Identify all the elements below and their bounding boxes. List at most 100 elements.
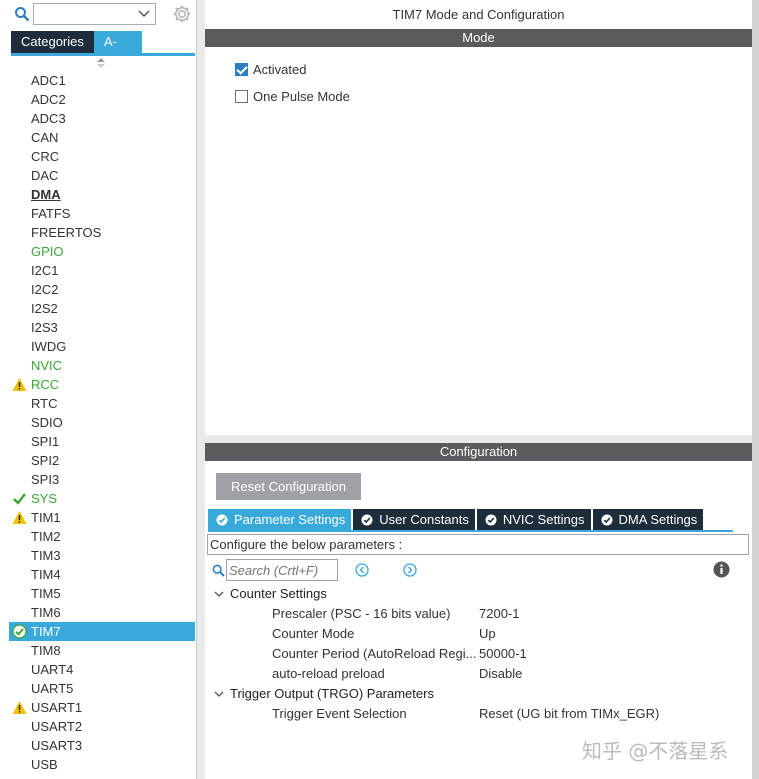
param-row-prescaler[interactable]: Prescaler (PSC - 16 bits value) 7200-1: [272, 604, 742, 624]
check-circle-icon: [361, 514, 373, 525]
param-name: Trigger Event Selection: [272, 706, 407, 721]
sidebar-item-label: FREERTOS: [31, 225, 102, 240]
sidebar-item-iwdg[interactable]: IWDG: [9, 337, 195, 356]
sidebar-search-combo[interactable]: [33, 3, 156, 25]
previous-match-icon[interactable]: [355, 563, 369, 577]
tab-dma-settings[interactable]: DMA Settings: [592, 509, 704, 530]
sidebar-item-usart1[interactable]: USART1: [9, 698, 195, 717]
param-value[interactable]: Disable: [479, 664, 522, 684]
sidebar-item-label: SPI1: [31, 434, 60, 449]
sidebar-item-i2c2[interactable]: I2C2: [9, 280, 195, 299]
activated-label: Activated: [253, 61, 307, 77]
param-row-counter-period[interactable]: Counter Period (AutoReload Regi... 50000…: [272, 644, 742, 664]
sidebar-item-can[interactable]: CAN: [9, 128, 195, 147]
sidebar-item-usart3[interactable]: USART3: [9, 736, 195, 755]
search-icon[interactable]: [14, 6, 30, 22]
info-icon[interactable]: [713, 561, 730, 578]
sidebar-item-uart5[interactable]: UART5: [9, 679, 195, 698]
sidebar-item-spi2[interactable]: SPI2: [9, 451, 195, 470]
sidebar-item-dac[interactable]: DAC: [9, 166, 195, 185]
sidebar-item-nvic[interactable]: NVIC: [9, 356, 195, 375]
sidebar-item-tim8[interactable]: TIM8: [9, 641, 195, 660]
one-pulse-mode-label: One Pulse Mode: [253, 88, 350, 104]
sidebar-item-freertos[interactable]: FREERTOS: [9, 223, 195, 242]
sidebar-item-spi1[interactable]: SPI1: [9, 432, 195, 451]
sidebar-item-tim4[interactable]: TIM4: [9, 565, 195, 584]
sidebar-item-uart4[interactable]: UART4: [9, 660, 195, 679]
sidebar-item-label: CRC: [31, 149, 60, 164]
param-row-trigger-event-selection[interactable]: Trigger Event Selection Reset (UG bit fr…: [272, 704, 742, 724]
sidebar-item-adc1[interactable]: ADC1: [9, 71, 195, 90]
sidebar-item-dma[interactable]: DMA: [9, 185, 195, 204]
tab-nvic-settings[interactable]: NVIC Settings: [476, 509, 591, 530]
sidebar-item-label: DMA: [31, 187, 61, 202]
group-trigger-output-label: Trigger Output (TRGO) Parameters: [230, 686, 434, 701]
sidebar-item-tim2[interactable]: TIM2: [9, 527, 195, 546]
sidebar-item-tim7[interactable]: TIM7: [9, 622, 195, 641]
activated-checkbox-row[interactable]: Activated: [235, 61, 306, 77]
check-icon: [13, 493, 26, 505]
warning-icon: [12, 511, 27, 524]
sidebar-item-label: TIM6: [31, 605, 61, 620]
sidebar-item-tim5[interactable]: TIM5: [9, 584, 195, 603]
parameters-description: Configure the below parameters :: [207, 534, 749, 555]
sidebar-item-i2s3[interactable]: I2S3: [9, 318, 195, 337]
sidebar-item-gpio[interactable]: GPIO: [9, 242, 195, 261]
reset-configuration-button[interactable]: Reset Configuration: [216, 473, 361, 500]
sidebar-item-usart2[interactable]: USART2: [9, 717, 195, 736]
one-pulse-mode-checkbox[interactable]: [235, 89, 248, 103]
tab-parameter-settings[interactable]: Parameter Settings: [208, 509, 352, 530]
sort-icon[interactable]: [96, 57, 106, 69]
main-panel: TIM7 Mode and Configuration Mode Activat…: [205, 0, 752, 779]
chevron-down-icon[interactable]: [137, 7, 151, 21]
param-value[interactable]: 50000-1: [479, 644, 527, 664]
sidebar-tabs: Categories A->Z: [11, 31, 142, 71]
sidebar-item-label: SDIO: [31, 415, 63, 430]
parameter-search-input[interactable]: [226, 559, 338, 581]
sidebar-item-rcc[interactable]: RCC: [9, 375, 195, 394]
sidebar-item-spi3[interactable]: SPI3: [9, 470, 195, 489]
param-row-counter-mode[interactable]: Counter Mode Up: [272, 624, 742, 644]
tab-user-constants[interactable]: User Constants: [353, 509, 475, 530]
sidebar-item-label: I2C1: [31, 263, 59, 278]
mode-header: Mode: [205, 29, 752, 47]
gear-icon[interactable]: [171, 3, 193, 25]
next-match-icon[interactable]: [403, 563, 417, 577]
tab-underline: [11, 53, 195, 56]
sidebar-item-tim3[interactable]: TIM3: [9, 546, 195, 565]
sidebar-item-adc3[interactable]: ADC3: [9, 109, 195, 128]
one-pulse-mode-checkbox-row[interactable]: One Pulse Mode: [235, 88, 350, 104]
check-circle-icon: [12, 624, 27, 639]
sidebar-item-label: SYS: [31, 491, 58, 506]
tab-a-to-z[interactable]: A->Z: [94, 31, 142, 71]
sidebar-search-row: [0, 0, 197, 30]
sidebar-item-sys[interactable]: SYS: [9, 489, 195, 508]
chevron-down-icon[interactable]: [213, 688, 225, 700]
tab-categories[interactable]: Categories: [11, 31, 94, 53]
sidebar-item-i2c1[interactable]: I2C1: [9, 261, 195, 280]
sidebar-item-sdio[interactable]: SDIO: [9, 413, 195, 432]
chevron-down-icon[interactable]: [213, 588, 225, 600]
sidebar-item-fatfs[interactable]: FATFS: [9, 204, 195, 223]
sidebar-item-label: CAN: [31, 130, 59, 145]
sidebar-item-label: SPI2: [31, 453, 60, 468]
param-value[interactable]: 7200-1: [479, 604, 519, 624]
sidebar-item-rtc[interactable]: RTC: [9, 394, 195, 413]
sidebar-item-i2s2[interactable]: I2S2: [9, 299, 195, 318]
sidebar-item-tim6[interactable]: TIM6: [9, 603, 195, 622]
param-value[interactable]: Up: [479, 624, 496, 644]
sidebar-item-tim1[interactable]: TIM1: [9, 508, 195, 527]
sidebar-item-adc2[interactable]: ADC2: [9, 90, 195, 109]
right-scroll-gutter[interactable]: [752, 0, 759, 779]
activated-checkbox[interactable]: [235, 62, 248, 76]
param-value[interactable]: Reset (UG bit from TIMx_EGR): [479, 704, 659, 724]
check-circle-icon: [601, 514, 613, 525]
sidebar-item-crc[interactable]: CRC: [9, 147, 195, 166]
sidebar-item-label: UART5: [31, 681, 74, 696]
group-counter-settings[interactable]: Counter Settings: [213, 584, 327, 604]
sidebar-item-usb[interactable]: USB: [9, 755, 195, 774]
group-trigger-output[interactable]: Trigger Output (TRGO) Parameters: [213, 684, 434, 704]
param-row-auto-reload-preload[interactable]: auto-reload preload Disable: [272, 664, 742, 684]
configuration-tabs: Parameter Settings User Constants NVIC S…: [208, 509, 705, 530]
sidebar-item-label: TIM5: [31, 586, 61, 601]
